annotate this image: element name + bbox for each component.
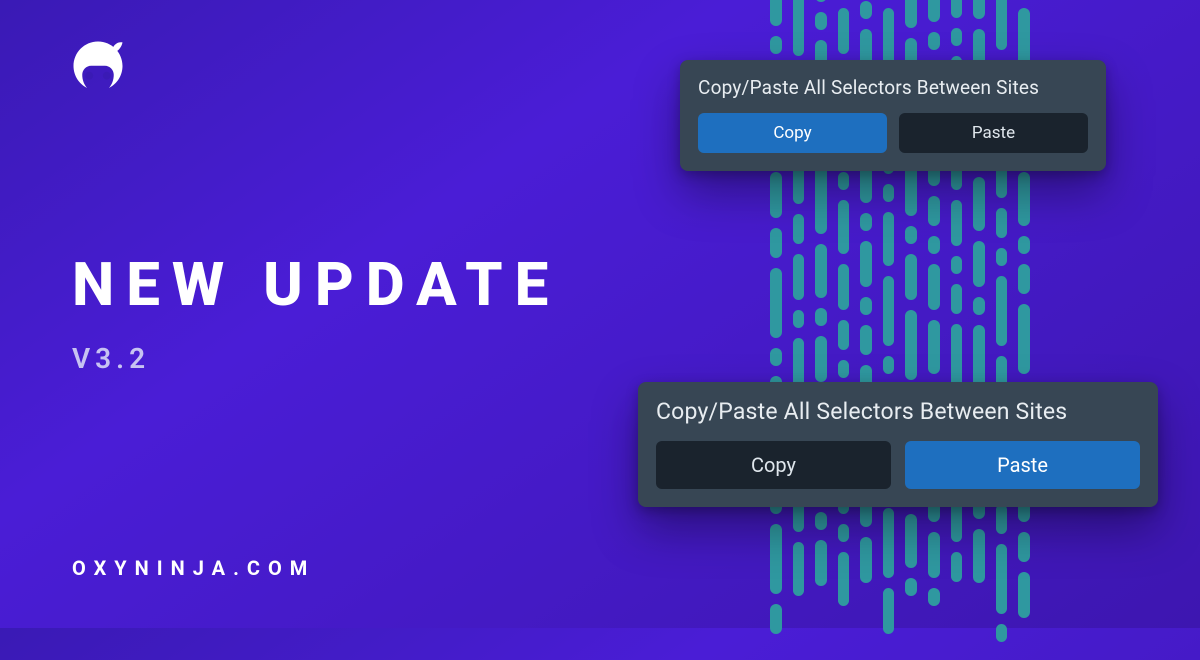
copy-paste-panel-top: Copy/Paste All Selectors Between Sites C… — [680, 60, 1106, 171]
paste-button[interactable]: Paste — [899, 113, 1088, 153]
button-row: Copy Paste — [698, 113, 1088, 153]
copy-paste-panel-bottom: Copy/Paste All Selectors Between Sites C… — [638, 382, 1158, 507]
version-label: V3.2 — [72, 342, 150, 375]
ninja-logo-icon — [70, 38, 126, 94]
headline: NEW UPDATE — [72, 255, 560, 315]
brand-footer: OXYNINJA.COM — [72, 556, 315, 580]
panel-title: Copy/Paste All Selectors Between Sites — [698, 76, 1088, 99]
copy-button[interactable]: Copy — [698, 113, 887, 153]
paste-button[interactable]: Paste — [905, 441, 1140, 489]
copy-button[interactable]: Copy — [656, 441, 891, 489]
panel-title: Copy/Paste All Selectors Between Sites — [656, 398, 1140, 425]
button-row: Copy Paste — [656, 441, 1140, 489]
